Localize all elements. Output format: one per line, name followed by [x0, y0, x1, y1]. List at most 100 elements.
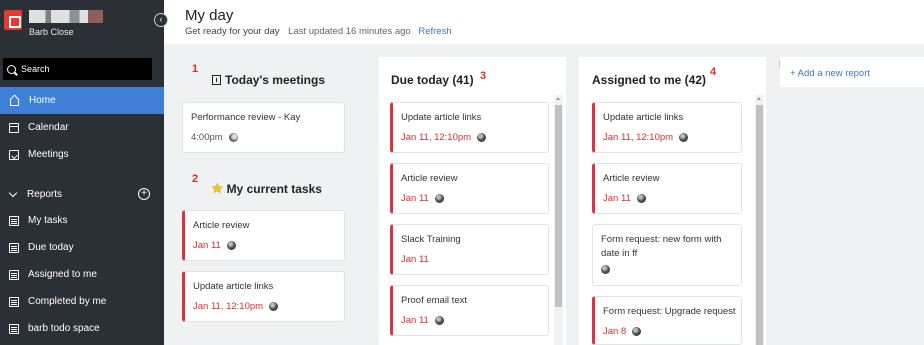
- task-title: Update article links: [603, 112, 684, 123]
- reports-section-toggle[interactable]: Reports +: [0, 181, 164, 207]
- task-due-text: Jan 11: [401, 254, 429, 265]
- sidebar-item-calendar[interactable]: Calendar: [0, 114, 164, 141]
- user-name: Barb Close: [29, 27, 74, 37]
- meetings-title: Today's meetings: [212, 73, 325, 87]
- section-number: 2: [192, 173, 199, 185]
- task-card[interactable]: Update article links Jan 11, 12:10pm: [182, 271, 345, 322]
- current-tasks-title: ★ My current tasks: [211, 180, 322, 197]
- assignee-avatar: [477, 133, 487, 142]
- report-list-icon: [9, 323, 19, 334]
- due-today-column: Due today (41) 3 Update article links Ja…: [379, 57, 566, 345]
- search-label: Search: [21, 64, 50, 74]
- report-list-icon: [9, 269, 19, 280]
- column-scrollbar[interactable]: [755, 95, 764, 345]
- meeting-title: Performance review - Kay: [191, 112, 301, 123]
- task-due-text: Jan 11, 12:10pm: [401, 132, 472, 143]
- attendees-avatar: [228, 133, 238, 142]
- task-due-text: Jan 11: [401, 193, 429, 204]
- task-title: Slack Training: [401, 234, 461, 245]
- sidebar-item-my-tasks[interactable]: My tasks: [0, 207, 164, 234]
- last-updated-text: Last updated 16 minutes ago: [288, 26, 411, 37]
- task-due: Jan 11: [401, 315, 444, 326]
- sidebar-item-label: Assigned to me: [28, 269, 97, 280]
- sidebar-item-label: Completed by me: [28, 296, 107, 307]
- task-card[interactable]: Article review Jan 11: [390, 163, 549, 214]
- scroll-up-icon[interactable]: [757, 97, 761, 100]
- task-due: Jan 8: [603, 326, 642, 337]
- task-due: [601, 265, 610, 274]
- page-header: My day Get ready for your day Last updat…: [164, 0, 924, 44]
- workspace-name-redacted: [29, 10, 103, 23]
- assignee-avatar: [226, 241, 236, 250]
- task-card[interactable]: Form request: Upgrade request Jan 8: [592, 296, 742, 345]
- task-card[interactable]: Update article links Jan 11, 12:10pm: [390, 102, 549, 153]
- assigned-title: Assigned to me (42): [592, 73, 707, 87]
- add-report-icon[interactable]: +: [138, 188, 150, 200]
- add-report-panel: + Add a new report: [780, 57, 924, 87]
- home-icon: [9, 96, 20, 106]
- sidebar-item-assigned-to-me[interactable]: Assigned to me: [0, 261, 164, 288]
- sidebar-item-barb-todo-space[interactable]: barb todo space: [0, 315, 164, 342]
- chevron-down-icon: [8, 188, 18, 197]
- task-due-text: Jan 11: [401, 315, 429, 326]
- meeting-card[interactable]: Performance review - Kay 4:00pm: [182, 102, 345, 153]
- assignee-avatar: [434, 316, 444, 325]
- task-due: Jan 11, 12:10pm: [193, 301, 279, 312]
- calendar-icon: [9, 122, 19, 133]
- task-due-text: Jan 11: [193, 240, 221, 251]
- report-list-icon: [9, 242, 19, 253]
- task-title: Update article links: [193, 281, 274, 292]
- sidebar-item-label: Home: [29, 95, 56, 106]
- sidebar: Barb Close Search Home Calendar Meetings…: [0, 0, 164, 345]
- task-due-text: Jan 8: [603, 326, 627, 337]
- section-number: 4: [710, 66, 717, 78]
- task-due: Jan 11: [401, 193, 444, 204]
- star-icon: ★: [211, 180, 224, 196]
- task-card[interactable]: Slack Training Jan 11: [390, 224, 549, 275]
- search-icon: [7, 64, 16, 74]
- task-title: Article review: [193, 220, 250, 231]
- add-report-link[interactable]: + Add a new report: [790, 68, 870, 79]
- task-card[interactable]: Form request: new form with date in ff: [592, 224, 742, 286]
- task-due-text: Jan 11: [603, 193, 631, 204]
- task-title: Article review: [603, 173, 660, 184]
- section-number: 3: [480, 70, 487, 82]
- assigned-column: Assigned to me (42) 4 Update article lin…: [579, 57, 766, 345]
- task-card[interactable]: Proof email text Jan 11: [390, 285, 549, 336]
- task-due: Jan 11: [603, 193, 646, 204]
- task-card[interactable]: Article review Jan 11: [592, 163, 742, 214]
- reports-label: Reports: [27, 188, 63, 200]
- scroll-up-icon[interactable]: [556, 97, 560, 100]
- page-subtitle: Get ready for your day Last updated 16 m…: [185, 26, 452, 37]
- assignee-avatar: [636, 194, 646, 203]
- column-scrollbar[interactable]: [554, 95, 563, 345]
- due-today-title: Due today (41): [391, 73, 474, 87]
- sidebar-item-label: Calendar: [28, 122, 69, 133]
- assignee-avatar: [632, 327, 642, 336]
- app-logo-icon[interactable]: [4, 10, 22, 30]
- sidebar-item-meetings[interactable]: Meetings: [0, 141, 164, 168]
- sidebar-item-label: My tasks: [28, 215, 68, 226]
- task-title: Form request: new form with date in ff: [601, 234, 722, 259]
- task-card[interactable]: Article review Jan 11: [182, 210, 345, 261]
- sidebar-item-home[interactable]: Home: [0, 87, 164, 114]
- current-tasks-title-text: My current tasks: [226, 182, 322, 196]
- assignee-avatar: [601, 265, 610, 274]
- scroll-thumb[interactable]: [555, 105, 562, 307]
- sidebar-item-due-today[interactable]: Due today: [0, 234, 164, 261]
- refresh-link[interactable]: Refresh: [418, 26, 451, 37]
- task-card[interactable]: Update article links Jan 11, 12:10pm: [592, 102, 742, 153]
- task-due: Jan 11: [401, 254, 429, 265]
- scroll-thumb[interactable]: [756, 105, 763, 345]
- meetings-title-text: Today's meetings: [225, 73, 325, 87]
- report-list-icon: [9, 296, 19, 307]
- sidebar-item-completed-by-me[interactable]: Completed by me: [0, 288, 164, 315]
- assignee-avatar: [434, 194, 444, 203]
- task-title: Update article links: [401, 112, 482, 123]
- collapse-sidebar-button[interactable]: ‹: [154, 13, 168, 27]
- section-number: 1: [192, 63, 199, 75]
- task-title: Form request: Upgrade request: [603, 306, 736, 317]
- assignee-avatar: [269, 302, 279, 311]
- search-input[interactable]: Search: [3, 58, 152, 80]
- task-title: Proof email text: [401, 295, 467, 306]
